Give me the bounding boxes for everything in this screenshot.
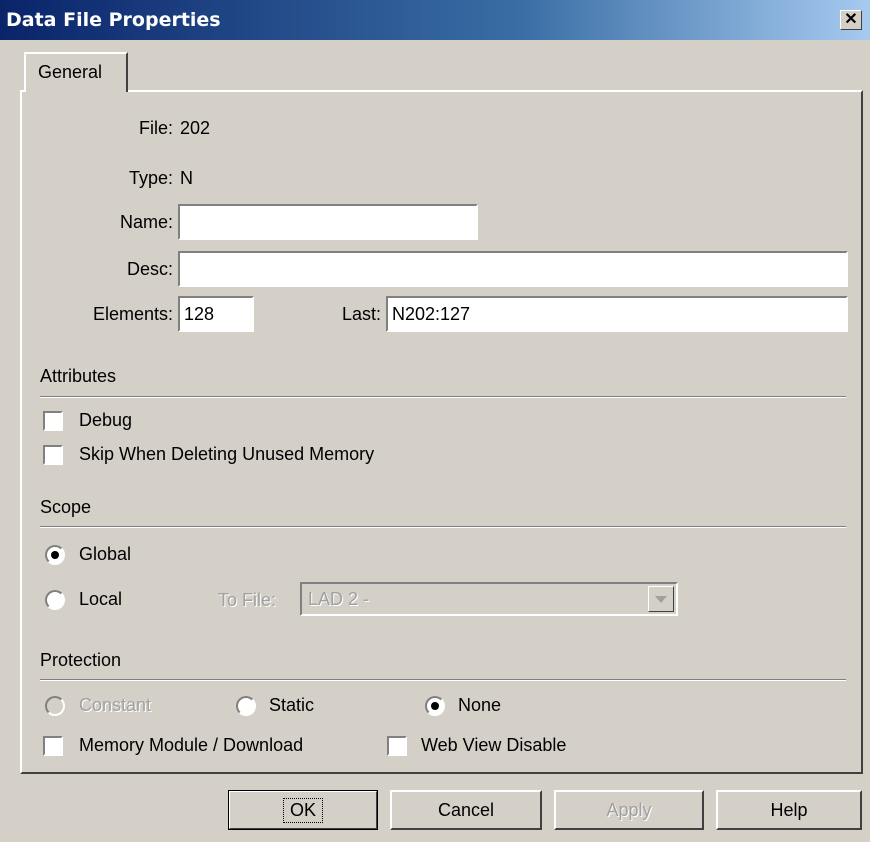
- close-icon: ✕: [844, 11, 858, 28]
- static-radio[interactable]: [236, 696, 256, 716]
- title-bar: Data File Properties ✕: [0, 0, 870, 40]
- scope-heading: Scope: [40, 497, 92, 517]
- memory-module-checkbox[interactable]: [43, 736, 63, 756]
- scope-separator: [40, 526, 846, 528]
- global-label: Global: [79, 544, 132, 564]
- window-title: Data File Properties: [6, 9, 221, 31]
- help-button-label: Help: [770, 799, 808, 820]
- local-label: Local: [79, 589, 123, 609]
- elements-field[interactable]: [178, 296, 254, 332]
- debug-label: Debug: [79, 410, 133, 430]
- type-value: N: [180, 168, 193, 188]
- elements-label: Elements:: [92, 304, 173, 324]
- last-field[interactable]: [386, 296, 848, 332]
- type-label: Type:: [128, 168, 173, 188]
- constant-radio[interactable]: [45, 696, 65, 716]
- constant-label: Constant: [79, 695, 152, 715]
- desc-field[interactable]: [178, 251, 848, 287]
- last-label: Last:: [341, 304, 381, 324]
- tab-general[interactable]: General: [24, 52, 128, 92]
- name-label: Name:: [119, 212, 173, 232]
- attributes-heading: Attributes: [40, 366, 117, 386]
- global-radio[interactable]: [45, 545, 65, 565]
- to-file-label: To File:: [218, 590, 277, 610]
- desc-label: Desc:: [126, 259, 173, 279]
- protection-heading: Protection: [40, 650, 122, 670]
- general-tab-panel: [20, 90, 863, 774]
- web-view-disable-label: Web View Disable: [421, 735, 567, 755]
- skip-unused-memory-label: Skip When Deleting Unused Memory: [79, 444, 375, 464]
- chevron-down-icon: [655, 596, 667, 603]
- ok-button[interactable]: OK: [228, 790, 378, 830]
- skip-unused-memory-checkbox[interactable]: [43, 445, 63, 465]
- none-radio[interactable]: [425, 696, 445, 716]
- name-field[interactable]: [178, 204, 478, 240]
- protection-separator: [40, 679, 846, 681]
- to-file-value: LAD 2 -: [308, 589, 370, 609]
- cancel-button-label: Cancel: [437, 799, 495, 820]
- apply-button-label: Apply: [606, 799, 652, 820]
- local-radio[interactable]: [45, 590, 65, 610]
- web-view-disable-checkbox[interactable]: [387, 736, 407, 756]
- help-button[interactable]: Help: [716, 790, 862, 830]
- cancel-button[interactable]: Cancel: [390, 790, 542, 830]
- tab-general-label: General: [38, 62, 103, 82]
- apply-button[interactable]: Apply: [554, 790, 704, 830]
- file-label: File:: [138, 118, 173, 138]
- attributes-separator: [40, 396, 846, 398]
- static-label: Static: [269, 695, 315, 715]
- to-file-dropdown[interactable]: LAD 2 -: [300, 582, 678, 616]
- debug-checkbox[interactable]: [43, 411, 63, 431]
- memory-module-label: Memory Module / Download: [79, 735, 304, 755]
- to-file-dropdown-button[interactable]: [648, 586, 674, 612]
- file-value: 202: [180, 118, 211, 138]
- close-button[interactable]: ✕: [840, 10, 862, 30]
- none-label: None: [458, 695, 502, 715]
- ok-button-label: OK: [282, 797, 323, 823]
